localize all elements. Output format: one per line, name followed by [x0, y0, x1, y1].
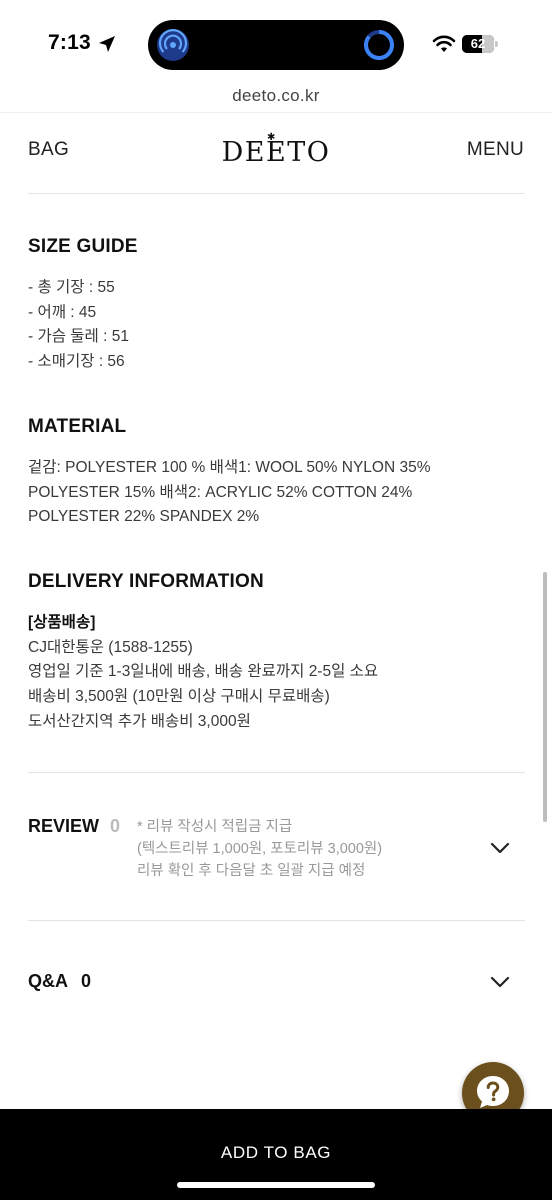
scrollbar[interactable] — [543, 572, 547, 822]
material-line: POLYESTER 22% SPANDEX 2% — [28, 508, 260, 526]
dynamic-island — [148, 20, 404, 70]
progress-ring-icon — [364, 30, 394, 60]
size-guide-line: - 소매기장 : 56 — [28, 353, 125, 371]
status-bar: 7:13 62 — [0, 0, 552, 82]
delivery-line: 도서산간지역 추가 배송비 3,000원 — [28, 712, 251, 730]
home-indicator[interactable] — [177, 1182, 375, 1188]
question-icon — [477, 1076, 509, 1108]
delivery-title: DELIVERY INFORMATION — [28, 571, 264, 592]
section-divider — [28, 920, 525, 921]
address-bar[interactable]: deeto.co.kr — [0, 82, 552, 112]
delivery-line: 배송비 3,500원 (10만원 이상 구매시 무료배송) — [28, 688, 330, 706]
site-header: BAG DEETO ✱ MENU — [0, 113, 552, 193]
review-notes: * 리뷰 작성시 적립금 지급 (텍스트리뷰 1,000원, 포토리뷰 3,00… — [137, 816, 382, 882]
logo-star-mark: ✱ — [267, 132, 276, 143]
chevron-down-icon[interactable] — [490, 842, 510, 854]
review-count: 0 — [110, 816, 121, 836]
section-divider — [28, 772, 525, 773]
delivery-line: 영업일 기준 1-3일내에 배송, 배송 완료까지 2-5일 소요 — [28, 663, 379, 681]
battery-percent: 62 — [470, 36, 486, 51]
qa-count: 0 — [81, 971, 92, 991]
size-guide-line: - 총 기장 : 55 — [28, 279, 115, 296]
material-line: 겉감: POLYESTER 100 % 배색1: WOOL 50% NYLON … — [28, 459, 431, 476]
review-note-line: * 리뷰 작성시 적립금 지급 — [137, 819, 293, 835]
material-text: 겉감: POLYESTER 100 % 배색1: WOOL 50% NYLON … — [28, 456, 430, 530]
status-time: 7:13 — [48, 31, 91, 54]
delivery-line: CJ대한통운 (1588-1255) — [28, 638, 193, 656]
size-guide-line: - 가슴 둘레 : 51 — [28, 328, 129, 346]
delivery-heading: [상품배송] — [28, 614, 96, 631]
review-accordion[interactable]: REVIEW 0 * 리뷰 작성시 적립금 지급 (텍스트리뷰 1,000원, … — [0, 800, 552, 910]
chevron-down-icon[interactable] — [490, 976, 510, 988]
delivery-text: [상품배송] CJ대한통운 (1588-1255) 영업일 기준 1-3일내에 … — [28, 611, 378, 735]
review-note-line: 리뷰 확인 후 다음달 초 일괄 지급 예정 — [137, 863, 366, 879]
qa-title: Q&A — [28, 971, 68, 991]
header-divider — [28, 193, 525, 194]
size-guide-title: SIZE GUIDE — [28, 236, 138, 257]
broadcast-icon — [157, 29, 189, 61]
menu-button[interactable]: MENU — [467, 139, 524, 161]
wifi-icon — [432, 35, 456, 52]
location-arrow-icon — [99, 36, 115, 52]
review-title: REVIEW — [28, 816, 100, 836]
battery-indicator: 62 — [462, 35, 498, 53]
review-note-line: (텍스트리뷰 1,000원, 포토리뷰 3,000원) — [137, 841, 383, 857]
size-guide-list: - 총 기장 : 55 - 어깨 : 45 - 가슴 둘레 : 51 - 소매기… — [28, 276, 129, 375]
material-title: MATERIAL — [28, 416, 127, 437]
url-text: deeto.co.kr — [232, 86, 320, 105]
material-line: POLYESTER 15% 배색2: ACRYLIC 52% COTTON 24… — [28, 483, 413, 501]
bottom-action-bar: ADD TO BAG — [0, 1109, 552, 1200]
size-guide-line: - 어깨 : 45 — [28, 303, 97, 321]
add-to-bag-button[interactable]: ADD TO BAG — [0, 1143, 552, 1163]
qa-accordion[interactable]: Q&A 0 — [0, 960, 552, 1000]
